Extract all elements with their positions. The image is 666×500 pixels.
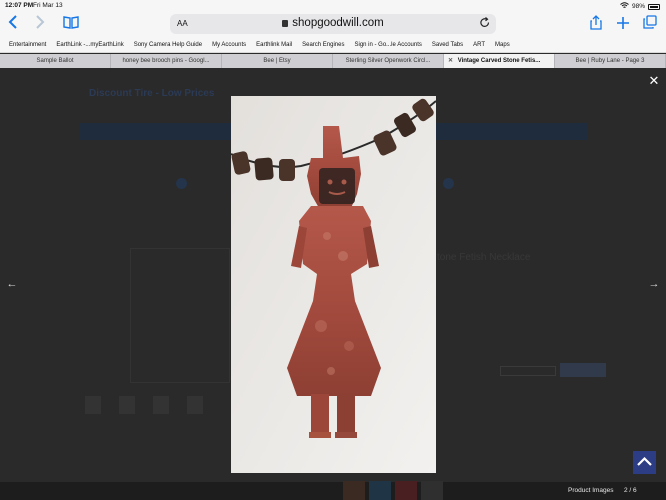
bookmark-item[interactable]: Sign in - Go...le Accounts	[355, 42, 422, 48]
social-pinterest-icon	[395, 481, 417, 500]
bookmark-item[interactable]: Sony Camera Help Guide	[134, 42, 202, 48]
social-twitter-icon	[369, 481, 391, 500]
bookmark-item[interactable]: My Accounts	[212, 42, 246, 48]
status-time: 12:07 PM	[5, 2, 34, 9]
back-icon[interactable]	[4, 15, 22, 33]
footer-strip	[0, 482, 666, 500]
product-title-fragment: tone Fetish Necklace	[437, 252, 531, 263]
bookmark-item[interactable]: Search Engines	[302, 42, 344, 48]
reload-icon[interactable]	[480, 17, 490, 31]
bookmarks-bar: Entertainment EarthLink -...myEarthLink …	[0, 38, 666, 53]
address-domain: shopgoodwill.com	[170, 17, 496, 29]
thumbnail	[153, 396, 169, 414]
thumbnail	[85, 396, 101, 414]
close-icon[interactable]: ✕	[646, 73, 662, 89]
tab-sterling-silver[interactable]: Sterling Silver Openwork Circl...	[333, 54, 444, 68]
fetish-necklace-photo	[231, 96, 436, 473]
tab-close-icon[interactable]: ✕	[448, 54, 453, 68]
bookmark-item[interactable]: Entertainment	[9, 42, 46, 48]
thumbnail-strip	[85, 396, 203, 414]
status-bar: 12:07 PM Fri Mar 13 98%	[0, 0, 666, 11]
lock-icon	[282, 20, 289, 27]
ad-logo: Discount Tire - Low Prices	[89, 88, 215, 99]
browser-toolbar: AA shopgoodwill.com	[0, 11, 666, 38]
tab-overview-icon[interactable]	[641, 15, 659, 33]
tab-sample-ballot[interactable]: Sample Ballot	[0, 54, 111, 68]
status-right: 98%	[620, 2, 660, 11]
product-image-preview	[130, 248, 230, 383]
thumbnail	[187, 396, 203, 414]
lightbox-counter: 2 / 6	[624, 487, 637, 494]
battery-percent: 98%	[631, 3, 645, 10]
ad-circle	[443, 178, 454, 189]
ad-circle	[176, 178, 187, 189]
bid-button	[560, 363, 606, 377]
lightbox-caption: Product Images	[568, 487, 614, 494]
battery-icon	[648, 3, 660, 10]
bid-input	[500, 366, 556, 376]
address-bar[interactable]: AA shopgoodwill.com	[170, 14, 496, 34]
bookmark-item[interactable]: Saved Tabs	[432, 42, 463, 48]
tab-bee-ruby-lane[interactable]: Bee | Ruby Lane - Page 3	[555, 54, 666, 68]
chevron-up-icon	[637, 456, 652, 466]
scroll-to-top-button[interactable]	[633, 451, 656, 474]
tab-bar: Sample Ballot honey bee brooch pins - Go…	[0, 54, 666, 68]
wifi-icon	[620, 2, 629, 11]
tab-vintage-carved-stone[interactable]: ✕ Vintage Carved Stone Fetis...	[444, 54, 555, 68]
tab-bee-etsy[interactable]: Bee | Etsy	[222, 54, 333, 68]
chevron-left-icon[interactable]: ←	[5, 277, 19, 291]
bookmark-item[interactable]: EarthLink -...myEarthLink	[56, 42, 123, 48]
chevron-right-icon[interactable]: →	[647, 277, 661, 291]
bookmarks-book-icon[interactable]	[62, 15, 80, 33]
lightbox-image	[231, 96, 436, 473]
social-facebook-icon	[343, 481, 365, 500]
thumbnail	[119, 396, 135, 414]
tab-honey-bee[interactable]: honey bee brooch pins - Googl...	[111, 54, 222, 68]
social-email-icon	[421, 481, 443, 500]
forward-icon[interactable]	[31, 15, 49, 33]
new-tab-icon[interactable]	[614, 15, 632, 33]
bookmark-item[interactable]: Earthlink Mail	[256, 42, 292, 48]
bookmark-item[interactable]: ART	[473, 42, 485, 48]
tab-label: Vintage Carved Stone Fetis...	[457, 58, 541, 64]
share-icon[interactable]	[587, 15, 605, 33]
status-date: Fri Mar 13	[33, 2, 63, 9]
bookmark-item[interactable]: Maps	[495, 42, 510, 48]
domain-text: shopgoodwill.com	[292, 17, 384, 29]
